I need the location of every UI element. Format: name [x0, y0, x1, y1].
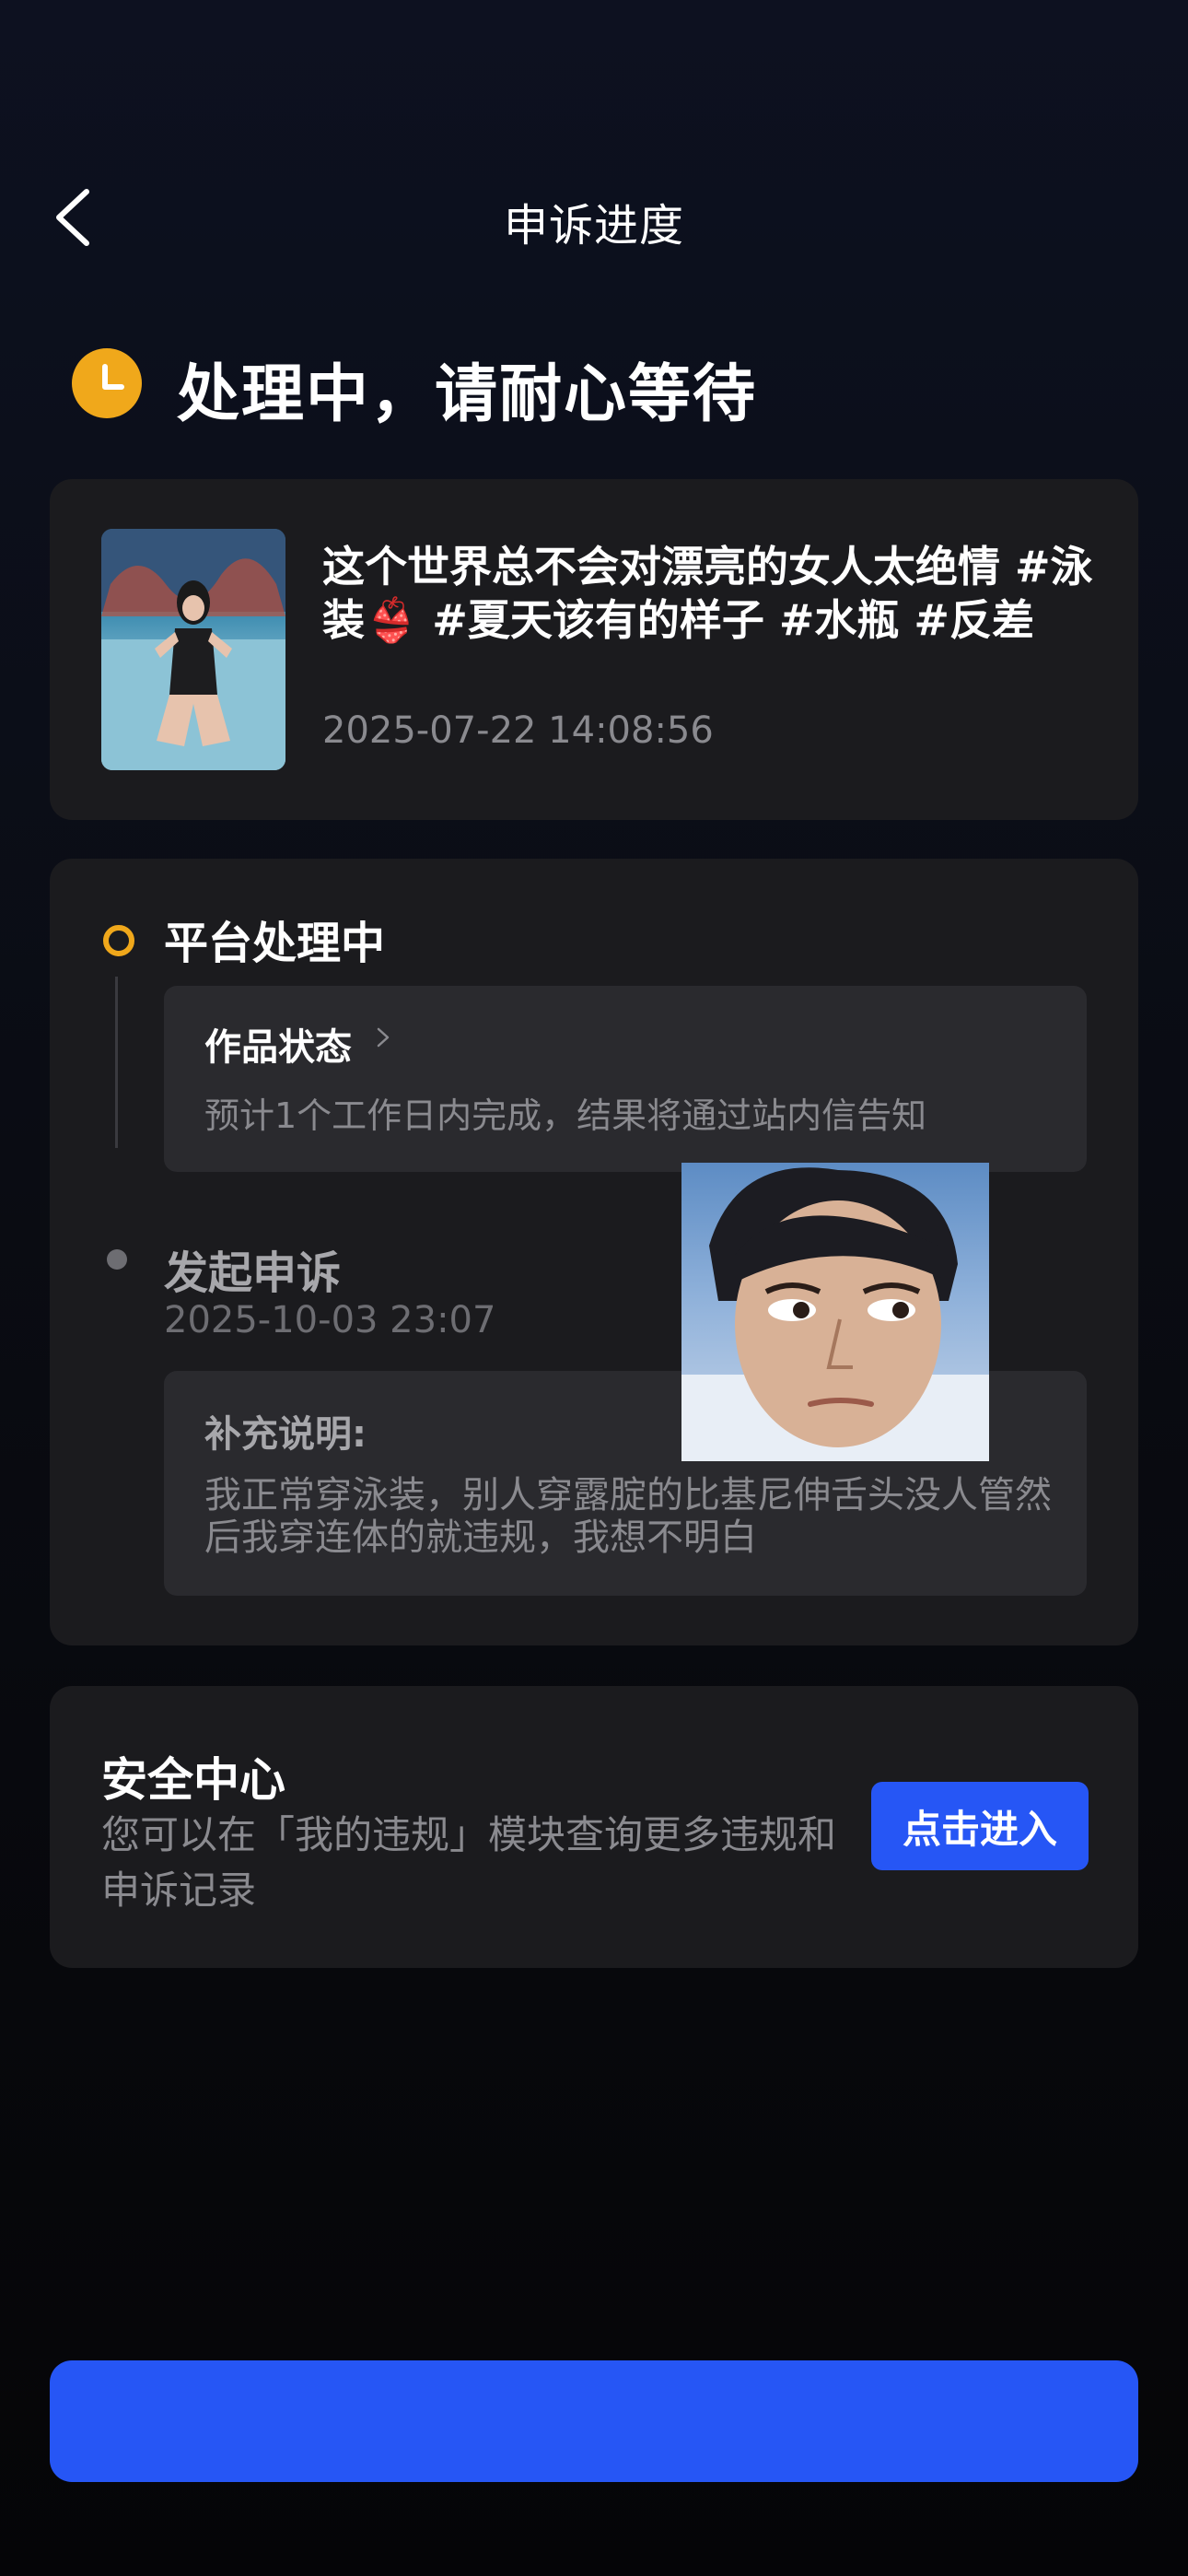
video-date: 2025-07-22 14:08:56	[322, 709, 714, 752]
chevron-right-icon	[377, 1027, 390, 1048]
timeline-line	[115, 977, 118, 1148]
video-thumbnail[interactable]	[101, 529, 285, 770]
step-date-submitted: 2025-10-03 23:07	[164, 1299, 496, 1341]
work-status-box[interactable]: 作品状态 预计1个工作日内完成，结果将通过站内信告知	[164, 986, 1087, 1172]
clock-icon	[72, 348, 142, 418]
enter-security-center-button[interactable]: 点击进入	[871, 1782, 1089, 1870]
work-status-desc: 预计1个工作日内完成，结果将通过站内信告知	[204, 1095, 927, 1136]
note-title: 补充说明:	[204, 1413, 367, 1456]
appeal-progress-screen: 申诉进度 处理中，请耐心等待 这个世界总不会对漂亮的女人太绝情 #泳装👙 #夏天…	[0, 0, 1188, 2576]
overlay-face-image	[681, 1163, 989, 1461]
note-text: 我正常穿泳装，别人穿露腚的比基尼伸舌头没人管然后我穿连体的就违规，我想不明白	[204, 1474, 1052, 1559]
bottom-action-button[interactable]	[50, 2360, 1138, 2482]
video-caption: 这个世界总不会对漂亮的女人太绝情 #泳装👙 #夏天该有的样子 #水瓶 #反差	[322, 542, 1093, 645]
status-heading: 处理中，请耐心等待	[177, 358, 758, 431]
timeline-dot-current	[103, 925, 134, 956]
page-title: 申诉进度	[503, 200, 684, 252]
step-title-submitted: 发起申诉	[164, 1247, 342, 1299]
step-title-processing: 平台处理中	[164, 918, 386, 969]
security-center-title: 安全中心	[101, 1753, 285, 1807]
video-card[interactable]: 这个世界总不会对漂亮的女人太绝情 #泳装👙 #夏天该有的样子 #水瓶 #反差 2…	[50, 479, 1138, 820]
timeline-dot-done	[107, 1249, 127, 1270]
work-status-title: 作品状态	[204, 1026, 352, 1069]
security-center-desc: 您可以在「我的违规」模块查询更多违规和申诉记录	[101, 1812, 837, 1913]
security-center-card: 安全中心 您可以在「我的违规」模块查询更多违规和申诉记录 点击进入	[50, 1686, 1138, 1968]
